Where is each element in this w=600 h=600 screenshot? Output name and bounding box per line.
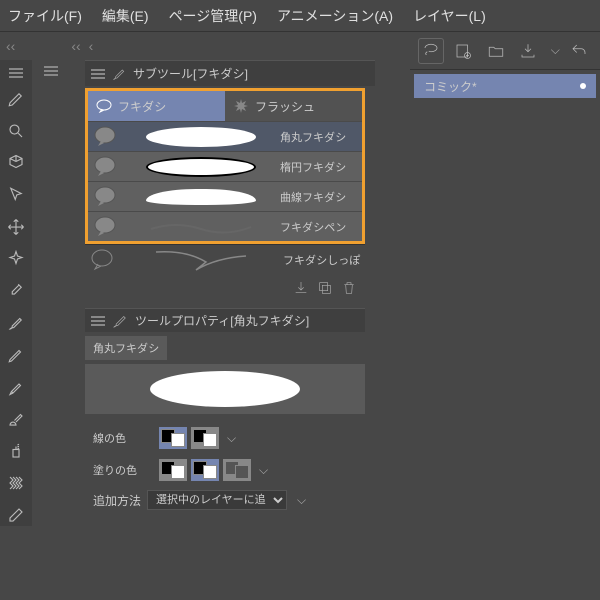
fill-color-label: 塗りの色 — [93, 462, 153, 478]
sparkle-icon[interactable] — [5, 248, 27, 270]
line-color-sub[interactable] — [191, 427, 219, 449]
tab-flash-label: フラッシュ — [255, 98, 315, 115]
pencil-icon[interactable] — [5, 344, 27, 366]
move-icon[interactable] — [5, 216, 27, 238]
highlighted-region: フキダシ フラッシュ 角丸フキダシ 楕円フキダシ 曲線フキダシ — [85, 88, 365, 244]
fill-color-sub[interactable] — [191, 459, 219, 481]
shape-pen[interactable]: フキダシペン — [88, 211, 362, 241]
line-color-main[interactable] — [159, 427, 187, 449]
tab-flash[interactable]: フラッシュ — [225, 91, 362, 121]
flash-tab-icon — [233, 98, 249, 114]
marker-icon[interactable] — [5, 376, 27, 398]
property-header: ツールプロパティ[角丸フキダシ] — [85, 308, 365, 332]
add-method-label: 追加方法 — [93, 492, 141, 509]
fill-color-main[interactable] — [159, 459, 187, 481]
eyedropper-icon[interactable] — [5, 280, 27, 302]
lasso-icon[interactable] — [418, 38, 444, 64]
eraser-icon[interactable] — [5, 504, 27, 526]
balloon-tab-icon — [96, 99, 112, 113]
collapse-panel-icon[interactable]: ‹‹ — [71, 38, 80, 54]
collapse-left-icon[interactable]: ‹‹ — [6, 38, 15, 54]
balloon-icon — [92, 154, 118, 180]
chevron-down-icon[interactable]: ⌵ — [551, 43, 560, 58]
tab-balloon-label: フキダシ — [118, 98, 166, 115]
undo-icon[interactable] — [566, 38, 592, 64]
add-method-select[interactable]: 選択中のレイヤーに追加 — [147, 490, 287, 510]
balloon-icon — [92, 124, 118, 150]
menu-edit[interactable]: 編集(E) — [102, 6, 149, 26]
cursor-icon[interactable] — [5, 184, 27, 206]
new-page-icon[interactable] — [450, 38, 476, 64]
brush-small-icon — [111, 66, 127, 82]
menu-page[interactable]: ページ管理(P) — [169, 6, 257, 26]
magnify-icon[interactable] — [5, 120, 27, 142]
line-color-label: 線の色 — [93, 430, 153, 446]
balloon-icon — [89, 247, 115, 273]
document-name: コミック* — [424, 78, 477, 95]
subtool-header: サブツール[フキダシ] — [85, 60, 375, 86]
brush-small-icon — [111, 312, 129, 330]
balloon-icon — [92, 214, 118, 240]
property-title: ツールプロパティ[角丸フキダシ] — [135, 312, 309, 329]
prop-menu-icon[interactable] — [91, 316, 105, 326]
tab-balloon[interactable]: フキダシ — [88, 91, 225, 121]
save-icon[interactable] — [515, 38, 541, 64]
panel-menu-icon[interactable] — [44, 66, 58, 76]
download-icon[interactable] — [293, 280, 309, 296]
subtool-menu-icon[interactable] — [91, 69, 105, 79]
trash-icon[interactable] — [341, 280, 357, 296]
brush-icon[interactable] — [5, 312, 27, 334]
shape-tail[interactable]: フキダシしっぽ — [85, 244, 365, 274]
fill-color-none[interactable] — [223, 459, 251, 481]
shape-ellipse[interactable]: 楕円フキダシ — [88, 151, 362, 181]
back-icon[interactable]: ‹ — [89, 38, 94, 54]
menu-icon[interactable] — [9, 68, 23, 78]
open-icon[interactable] — [482, 38, 508, 64]
document-tab[interactable]: コミック* — [414, 74, 596, 98]
pen-tool-icon[interactable] — [5, 88, 27, 110]
balloon-icon — [92, 184, 118, 210]
modified-dot-icon — [580, 83, 586, 89]
spray-icon[interactable] — [5, 440, 27, 462]
menu-file[interactable]: ファイル(F) — [8, 6, 82, 26]
chevron-down-icon[interactable]: ⌵ — [297, 493, 306, 508]
airbrush-icon[interactable] — [5, 408, 27, 430]
shape-preview-large — [85, 364, 365, 414]
shape-curve[interactable]: 曲線フキダシ — [88, 181, 362, 211]
copy-icon[interactable] — [317, 280, 333, 296]
chevron-down-icon[interactable]: ⌵ — [259, 463, 268, 478]
menu-layer[interactable]: レイヤー(L) — [413, 6, 486, 26]
chevron-down-icon[interactable]: ⌵ — [227, 431, 236, 446]
property-name: 角丸フキダシ — [85, 336, 167, 360]
toolbar — [0, 60, 32, 526]
pattern-icon[interactable] — [5, 472, 27, 494]
shape-rounded[interactable]: 角丸フキダシ — [88, 121, 362, 151]
subtool-title: サブツール[フキダシ] — [133, 65, 248, 82]
menu-anim[interactable]: アニメーション(A) — [277, 6, 393, 26]
cube-icon[interactable] — [5, 152, 27, 174]
